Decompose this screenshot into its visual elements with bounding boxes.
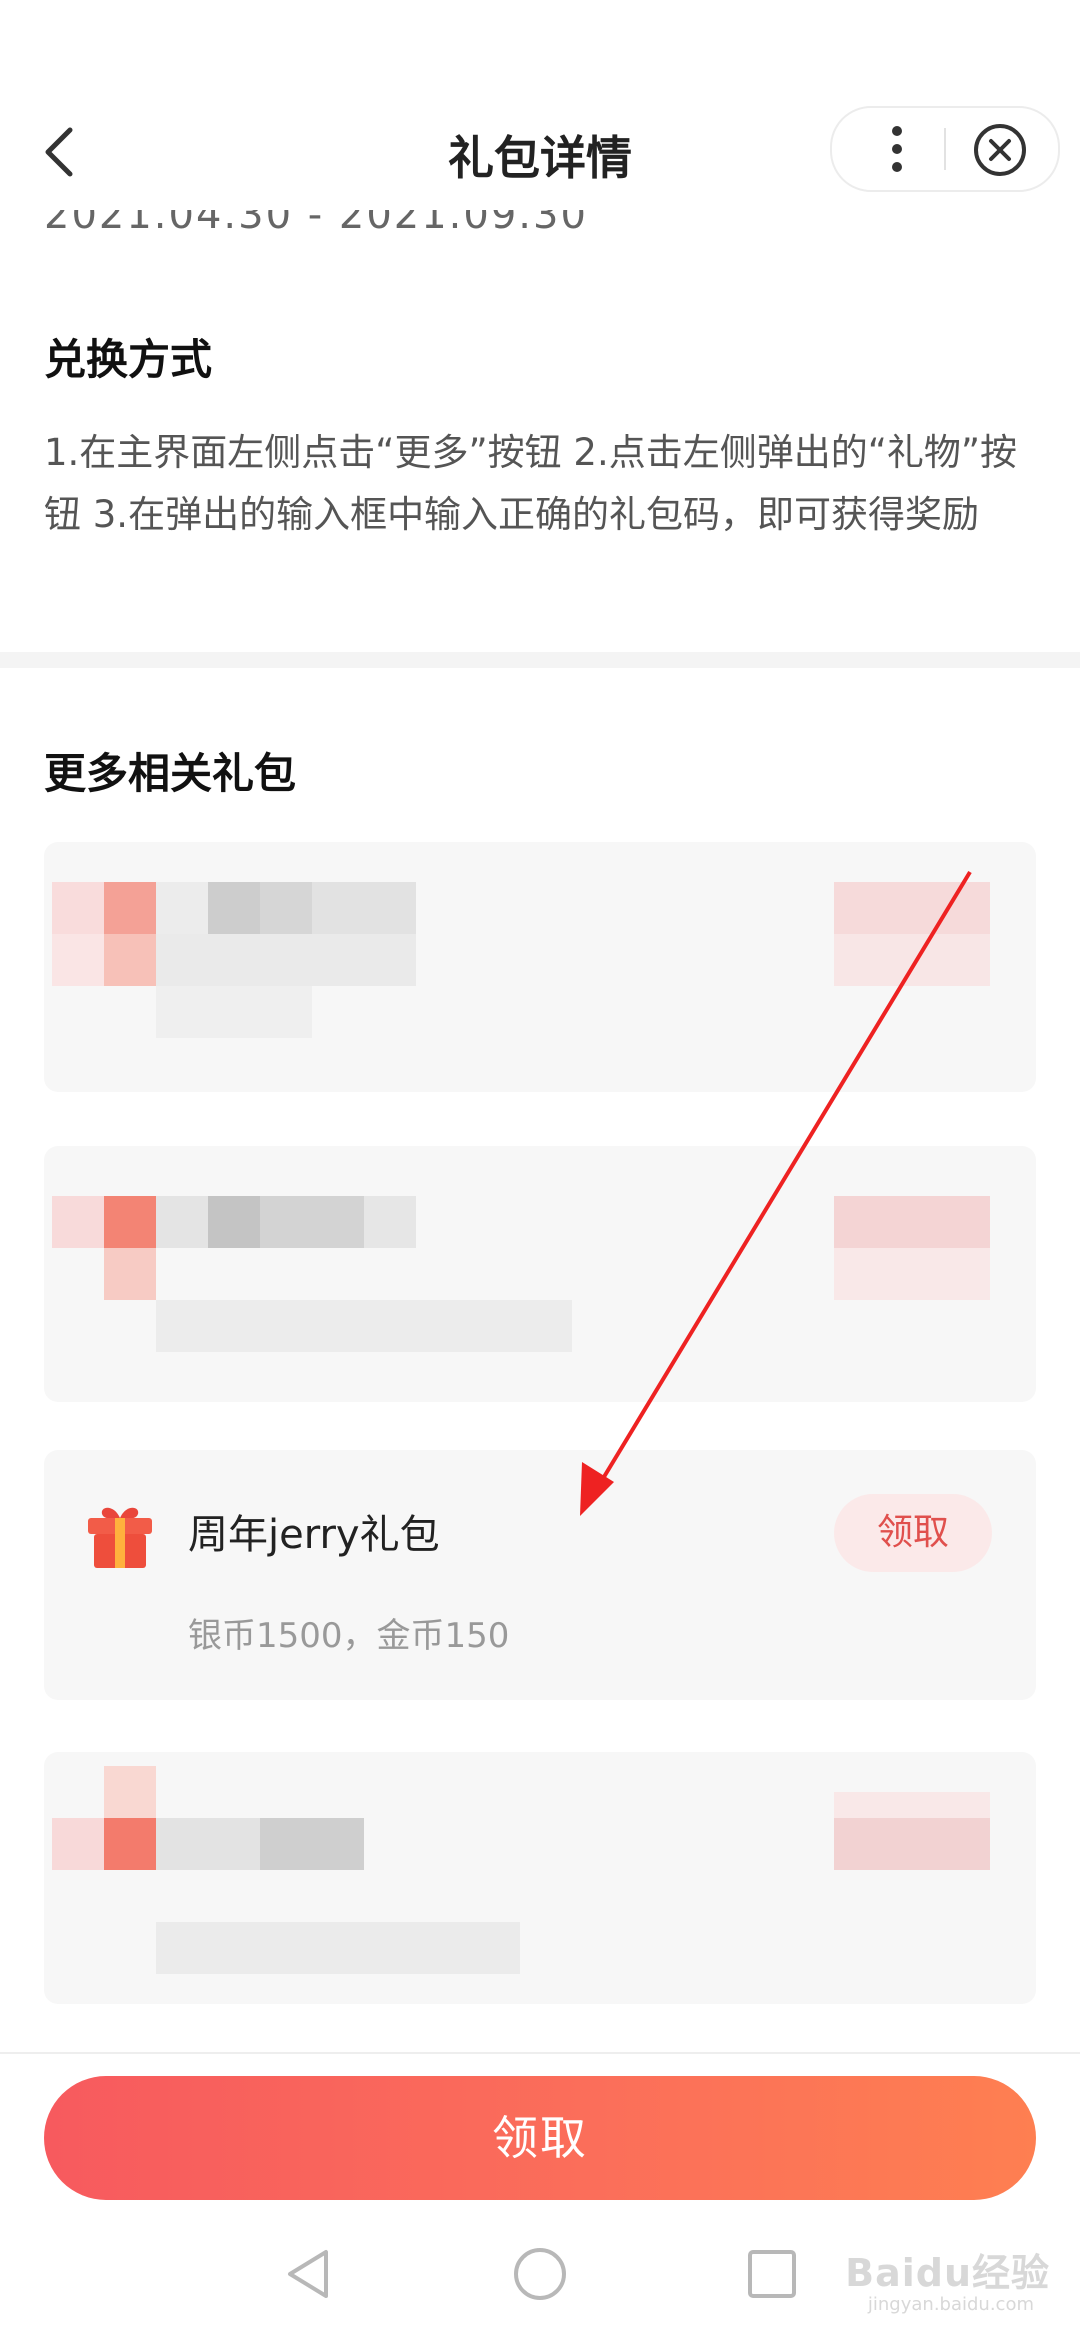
pixel-block bbox=[52, 1818, 104, 1870]
pixel-block bbox=[834, 1792, 990, 1818]
gift-card-blurred[interactable] bbox=[44, 842, 1036, 1092]
pixel-block bbox=[156, 1196, 208, 1248]
pixel-block bbox=[156, 882, 208, 934]
pixel-block bbox=[52, 934, 104, 986]
mini-program-capsule bbox=[830, 106, 1060, 192]
nav-home-button[interactable] bbox=[510, 2244, 570, 2304]
nav-back-button[interactable] bbox=[280, 2244, 340, 2304]
gift-card-blurred[interactable] bbox=[44, 1146, 1036, 1402]
claim-main-button[interactable]: 领取 bbox=[44, 2076, 1036, 2200]
pixel-block bbox=[156, 934, 416, 986]
close-circle-icon bbox=[974, 124, 1026, 176]
more-button[interactable] bbox=[872, 122, 922, 176]
redeem-method-title: 兑换方式 bbox=[44, 335, 213, 384]
pixel-block bbox=[834, 1248, 990, 1300]
pixel-block bbox=[156, 1300, 572, 1352]
pixel-block bbox=[834, 882, 990, 934]
triangle-back-icon bbox=[288, 2250, 328, 2298]
pixel-block bbox=[104, 1766, 156, 1818]
pixel-block bbox=[834, 1818, 990, 1870]
app-header: 礼包详情 bbox=[0, 0, 1080, 210]
pixel-block bbox=[260, 1818, 364, 1870]
section-divider bbox=[0, 652, 1080, 668]
close-button[interactable] bbox=[972, 122, 1028, 178]
pixel-block bbox=[260, 1196, 364, 1248]
pixel-block bbox=[364, 1196, 416, 1248]
pixel-block bbox=[312, 882, 416, 934]
bottom-action-bar: 领取 Baidu经验 jingyan.baidu.com bbox=[0, 2052, 1080, 2342]
pixel-block bbox=[156, 1922, 520, 1974]
pixel-block bbox=[104, 1248, 156, 1300]
claim-gift-button[interactable]: 领取 bbox=[834, 1494, 992, 1572]
related-gifts-title: 更多相关礼包 bbox=[44, 749, 297, 798]
pixel-block bbox=[208, 1196, 260, 1248]
pixel-block bbox=[104, 1196, 156, 1248]
pixel-block bbox=[260, 882, 312, 934]
gift-card[interactable]: 周年jerry礼包 银币1500，金币150 领取 bbox=[44, 1450, 1036, 1700]
pixel-block bbox=[834, 1196, 990, 1248]
square-recent-icon bbox=[748, 2250, 796, 2298]
pixel-block bbox=[834, 934, 990, 986]
circle-home-icon bbox=[514, 2248, 566, 2300]
gift-reward: 银币1500，金币150 bbox=[188, 1616, 510, 1656]
gift-card-blurred[interactable] bbox=[44, 1752, 1036, 2004]
baidu-watermark-url: jingyan.baidu.com bbox=[867, 2294, 1034, 2315]
baidu-watermark: Baidu经验 bbox=[845, 2251, 1050, 2295]
gift-name: 周年jerry礼包 bbox=[188, 1512, 440, 1558]
pixel-block bbox=[156, 986, 312, 1038]
pixel-block bbox=[156, 1818, 260, 1870]
pixel-block bbox=[104, 882, 156, 934]
pixel-block bbox=[52, 1196, 104, 1248]
redeem-method-description: 1.在主界面左侧点击“更多”按钮 2.点击左侧弹出的“礼物”按钮 3.在弹出的输… bbox=[44, 431, 1018, 536]
pixel-block bbox=[208, 882, 260, 934]
capsule-divider bbox=[944, 128, 946, 170]
nav-recent-button[interactable] bbox=[742, 2244, 802, 2304]
gift-icon bbox=[84, 1500, 156, 1572]
pixel-block bbox=[104, 1818, 156, 1870]
pixel-block bbox=[104, 934, 156, 986]
pixel-block bbox=[52, 882, 104, 934]
more-vertical-icon bbox=[892, 126, 902, 172]
